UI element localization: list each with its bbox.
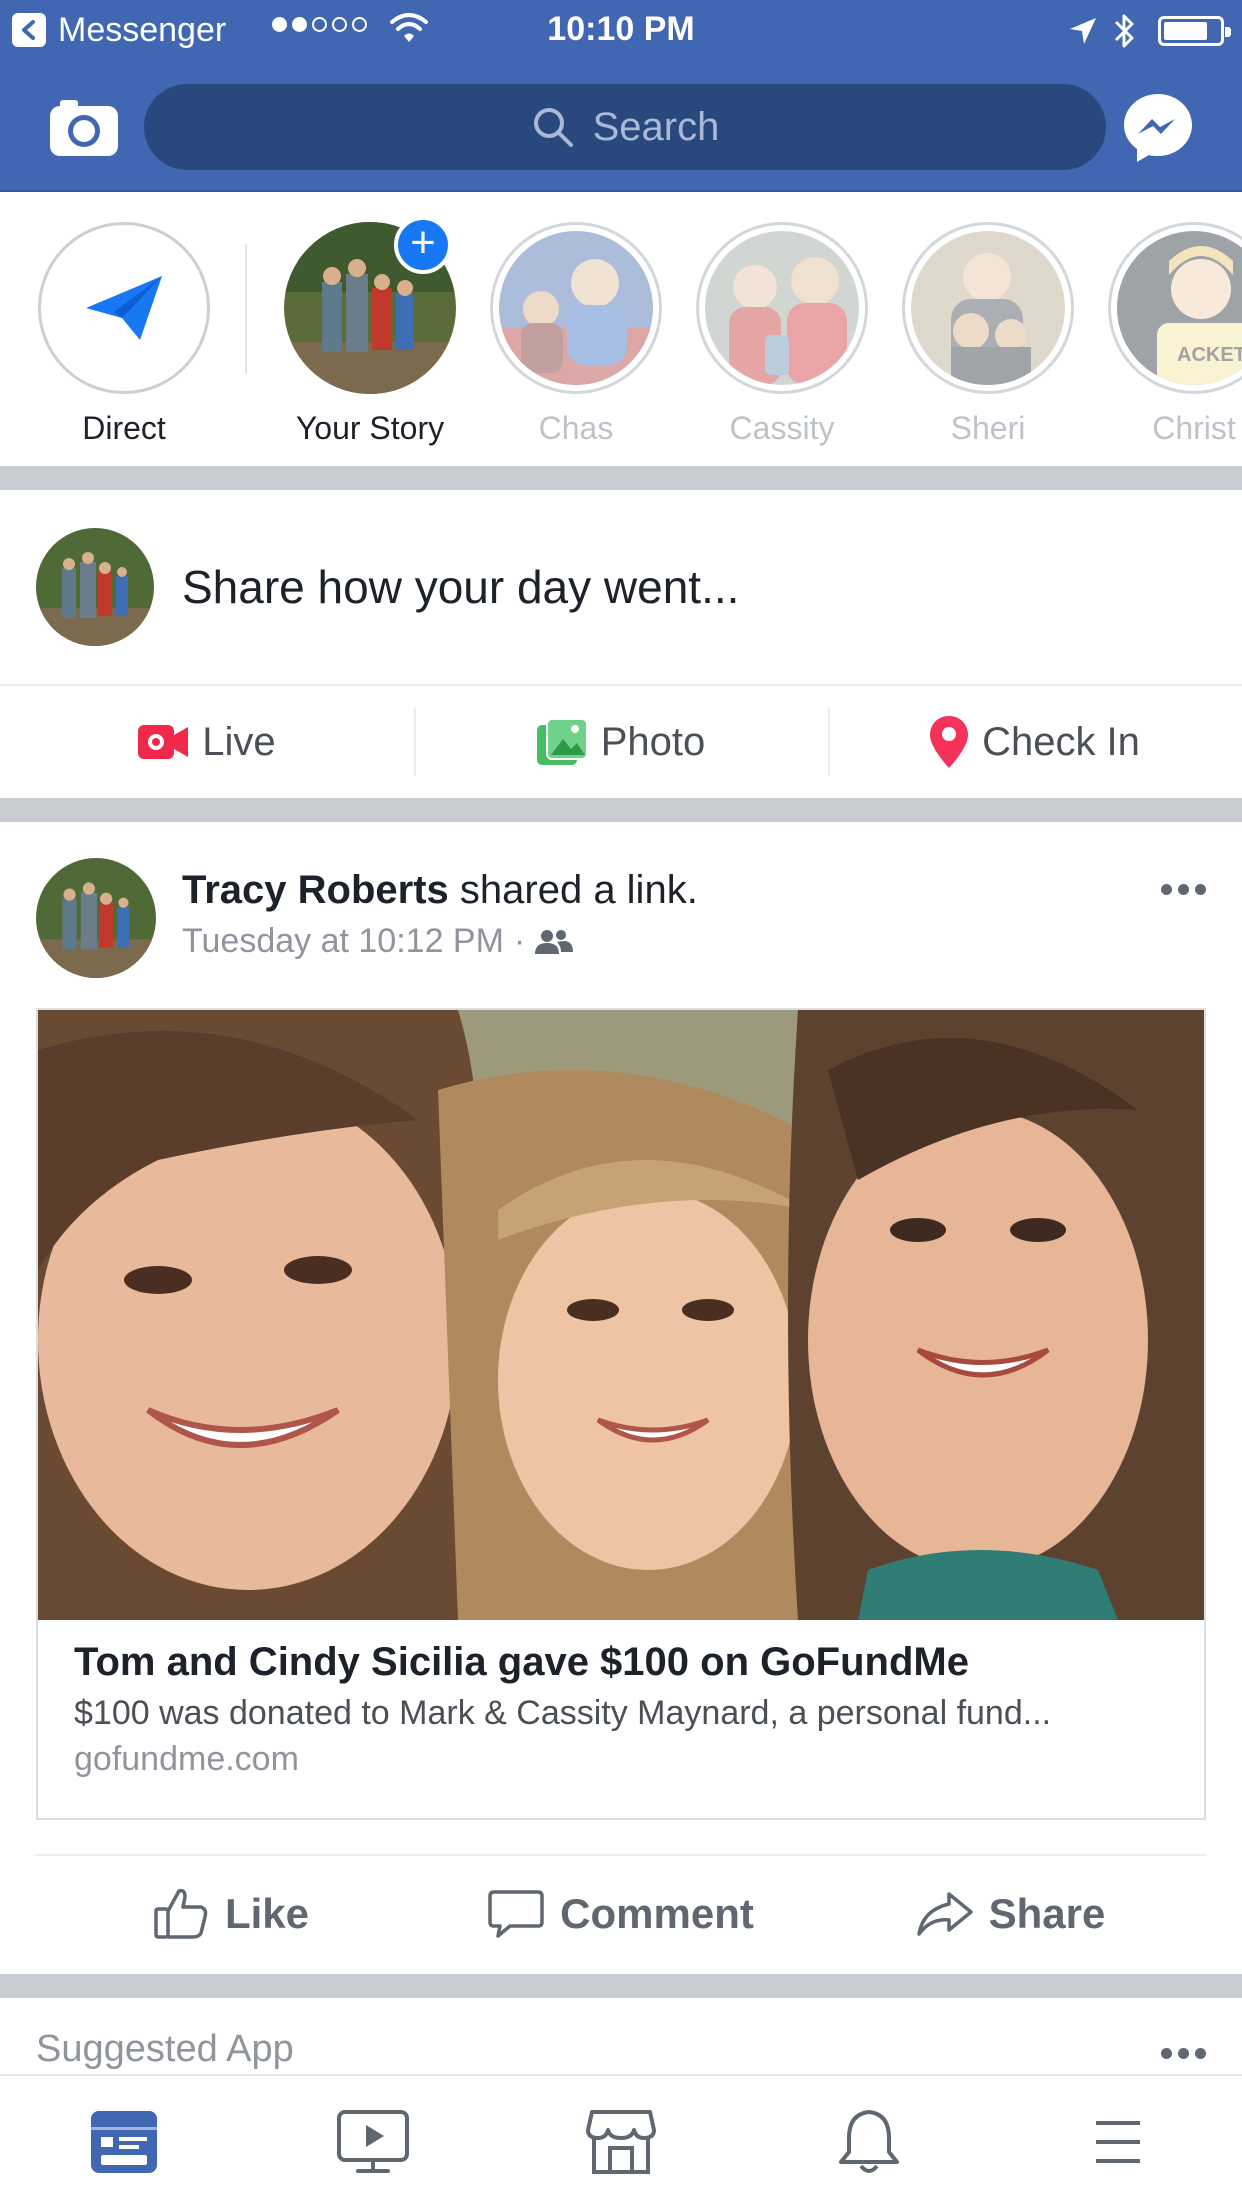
link-domain: gofundme.com xyxy=(74,1740,299,1778)
status-bar: Messenger 10:10 PM xyxy=(0,0,1242,60)
like-button[interactable]: Like xyxy=(36,1856,426,1972)
like-label: Like xyxy=(224,1890,310,1937)
status-time: 10:10 PM xyxy=(547,10,695,48)
link-description: $100 was donated to Mark & Cassity Mayna… xyxy=(74,1694,1052,1732)
tab-watch[interactable] xyxy=(248,2076,496,2208)
search-input[interactable]: Search xyxy=(144,84,1106,170)
check-in-button[interactable]: Check In xyxy=(828,686,1242,798)
thumbs-up-icon xyxy=(154,1888,208,1939)
tab-notifications[interactable] xyxy=(745,2076,993,2208)
story-friend[interactable]: ACKETS Christ xyxy=(1102,222,1242,447)
search-placeholder: Search xyxy=(592,104,720,149)
live-video-icon xyxy=(138,725,189,759)
messenger-icon[interactable] xyxy=(1120,90,1196,166)
share-button[interactable]: Share xyxy=(816,1856,1206,1972)
svg-text:ACKETS: ACKETS xyxy=(1177,344,1242,366)
bluetooth-icon xyxy=(1114,14,1134,48)
story-label: Chas xyxy=(538,410,614,446)
post-action: shared a link. xyxy=(448,868,698,912)
section-divider xyxy=(0,1974,1242,1998)
post-actions: Like Comment Share xyxy=(36,1854,1206,1972)
tab-marketplace[interactable] xyxy=(497,2076,745,2208)
avatar xyxy=(36,528,154,646)
post-header-text: Tracy Roberts shared a link. xyxy=(182,868,698,913)
meta-separator: · xyxy=(513,922,526,960)
direct-ring xyxy=(38,222,210,394)
friends-icon[interactable] xyxy=(535,928,574,956)
stories-tray: Direct + Your Story Chas Cassity Sheri A… xyxy=(0,194,1242,466)
story-label: Christ xyxy=(1152,410,1236,446)
story-friend[interactable]: Cassity xyxy=(690,222,874,447)
composer-prompt[interactable]: Share how your day went... xyxy=(182,560,739,614)
story-label: Sheri xyxy=(950,410,1026,446)
feed-post: Tracy Roberts shared a link. Tuesday at … xyxy=(0,822,1242,1974)
story-avatar xyxy=(499,231,653,385)
suggested-app-label: Suggested App xyxy=(36,2028,294,2070)
tab-menu[interactable] xyxy=(994,2076,1242,2208)
share-label: Share xyxy=(988,1890,1106,1937)
comment-icon xyxy=(488,1890,544,1938)
bottom-tab-bar xyxy=(0,2074,1242,2208)
post-timestamp[interactable]: Tuesday at 10:12 PM xyxy=(182,922,504,961)
comment-label: Comment xyxy=(560,1890,754,1937)
live-label: Live xyxy=(202,719,276,764)
suggested-app-section: Suggested App xyxy=(0,1998,1242,2074)
story-avatar xyxy=(705,231,859,385)
stories-divider xyxy=(245,244,247,374)
camera-icon[interactable] xyxy=(50,98,118,156)
status-composer[interactable]: Share how your day went... xyxy=(0,490,1242,680)
location-arrow-icon xyxy=(1070,18,1096,44)
story-label: Cassity xyxy=(729,410,835,446)
story-direct[interactable]: Direct xyxy=(32,222,216,447)
notifications-icon xyxy=(839,2110,900,2173)
story-friend[interactable]: Chas xyxy=(484,222,668,447)
link-title: Tom and Cindy Sicilia gave $100 on GoFun… xyxy=(74,1640,969,1684)
news-feed-icon xyxy=(91,2111,158,2173)
section-divider xyxy=(0,466,1242,490)
story-friend[interactable]: Sheri xyxy=(896,222,1080,447)
paper-plane-icon xyxy=(86,276,162,340)
composer-actions: Live Photo Check In xyxy=(0,684,1242,798)
photo-icon xyxy=(536,719,587,765)
photo-label: Photo xyxy=(600,719,706,764)
story-label-your-story: Your Story xyxy=(295,410,445,446)
battery-icon xyxy=(1158,16,1231,46)
tab-news-feed[interactable] xyxy=(0,2076,248,2208)
story-your-story[interactable]: + Your Story xyxy=(278,216,462,447)
location-pin-icon xyxy=(930,716,969,768)
search-icon xyxy=(533,108,573,147)
post-options-icon[interactable] xyxy=(1155,884,1206,895)
link-preview[interactable]: Tom and Cindy Sicilia gave $100 on GoFun… xyxy=(36,1008,1206,1820)
watch-icon xyxy=(336,2110,409,2173)
story-avatar: ACKETS xyxy=(1117,231,1242,385)
story-label-direct: Direct xyxy=(82,410,166,446)
status-right xyxy=(1068,12,1231,50)
share-arrow-icon xyxy=(916,1892,973,1936)
section-divider xyxy=(0,798,1242,822)
comment-button[interactable]: Comment xyxy=(426,1856,816,1972)
check-in-label: Check In xyxy=(982,719,1140,764)
live-button[interactable]: Live xyxy=(0,686,414,798)
marketplace-icon xyxy=(586,2110,657,2174)
add-story-icon[interactable]: + xyxy=(394,216,452,274)
menu-icon xyxy=(1095,2121,1140,2163)
author-name[interactable]: Tracy Roberts xyxy=(182,868,449,912)
post-meta: Tuesday at 10:12 PM · xyxy=(182,922,574,961)
link-preview-image xyxy=(38,1010,1204,1620)
top-bar: Messenger 10:10 PM Search xyxy=(0,0,1242,192)
author-avatar[interactable] xyxy=(36,858,156,978)
suggested-options-icon[interactable] xyxy=(1155,2048,1206,2059)
story-avatar xyxy=(911,231,1065,385)
photo-button[interactable]: Photo xyxy=(414,686,828,798)
